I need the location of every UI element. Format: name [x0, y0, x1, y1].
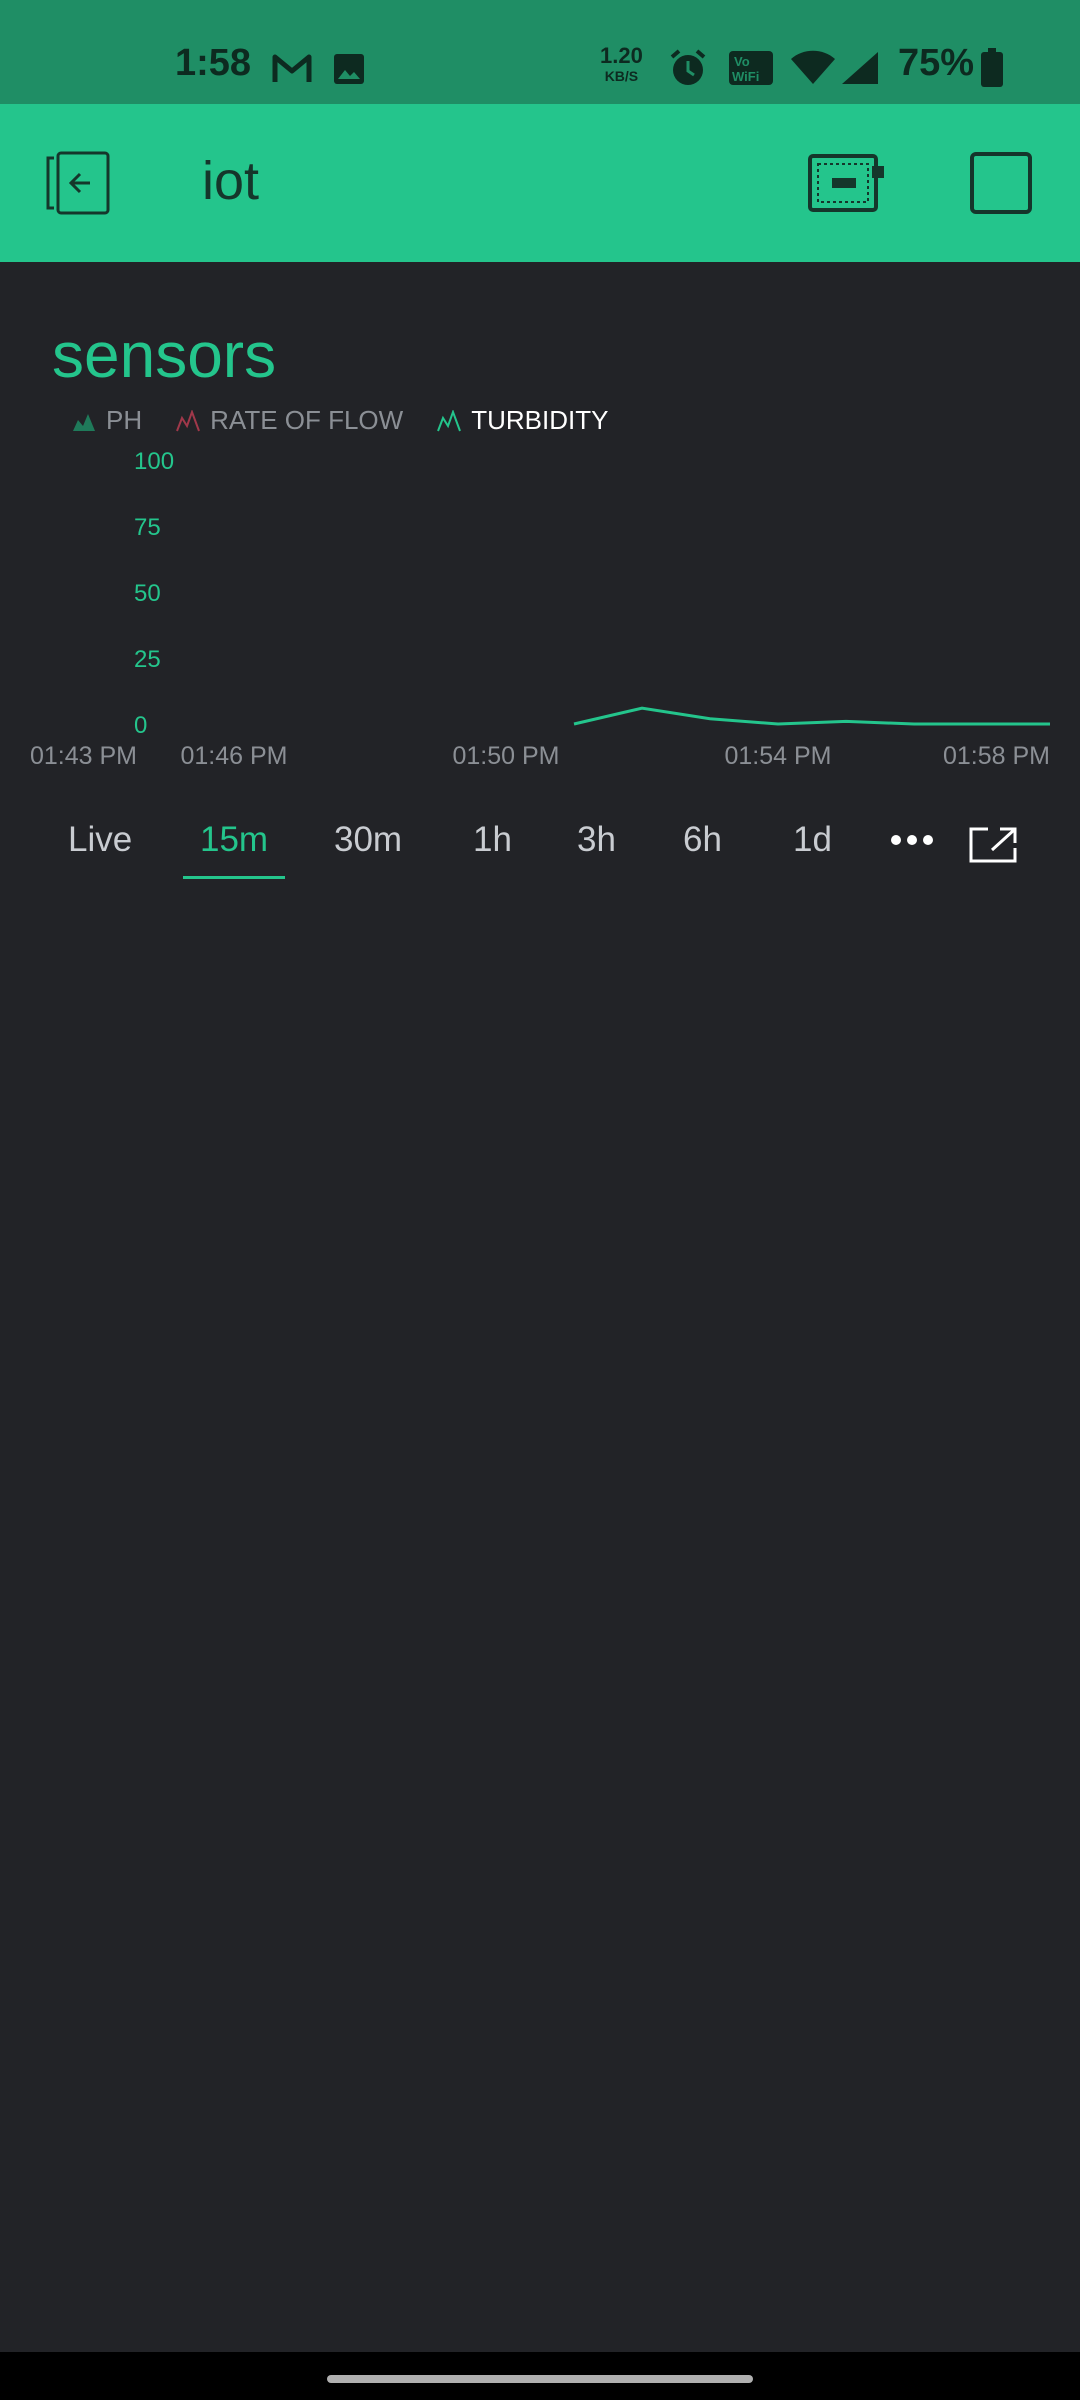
x-tick-label: 01:54 PM [724, 742, 831, 770]
y-tick-label: 0 [134, 712, 147, 739]
svg-text:WiFi: WiFi [732, 69, 759, 84]
line-chart-icon [176, 409, 201, 431]
speed-value: 1.20 [600, 43, 643, 68]
line-chart-icon [437, 409, 462, 431]
x-tick-label: 01:43 PM [30, 742, 137, 770]
signal-icon [842, 52, 878, 84]
y-tick-label: 100 [134, 448, 174, 475]
vowifi-icon: Vo WiFi [729, 51, 773, 85]
alarm-icon [670, 49, 706, 85]
battery-icon [981, 48, 1003, 87]
time-range-tabs: Live 15m 30m 1h 3h 6h 1d [0, 800, 1080, 880]
status-bar: 1:58 1.20 KB/S Vo WiFi 75% [0, 0, 1080, 104]
more-icon[interactable] [890, 834, 934, 846]
x-tick-label: 01:58 PM [943, 742, 1050, 770]
home-handle[interactable] [327, 2375, 753, 2383]
network-speed: 1.20 KB/S [600, 43, 643, 86]
tab-15m[interactable]: 15m [200, 820, 268, 860]
app-bar: iot [0, 104, 1080, 262]
gallery-icon [334, 54, 364, 84]
status-time: 1:58 [175, 42, 252, 84]
speed-unit: KB/S [604, 68, 639, 84]
svg-text:Vo: Vo [734, 54, 750, 69]
sensor-chart: 100 75 50 25 0 01:43 PM 01:46 PM 01:50 PM 01:54 … [30, 448, 1050, 770]
battery-percentage: 75% [898, 42, 975, 84]
exit-icon[interactable] [44, 150, 112, 216]
y-tick-label: 25 [134, 646, 161, 673]
x-tick-label: 01:50 PM [452, 742, 559, 770]
y-tick-label: 75 [134, 514, 161, 541]
page-title: iot [202, 151, 260, 211]
x-tick-label: 01:46 PM [180, 742, 287, 770]
tab-3h[interactable]: 3h [577, 820, 616, 860]
wifi-icon [791, 50, 835, 84]
tab-1d[interactable]: 1d [793, 820, 832, 860]
widget-title: sensors [52, 319, 277, 391]
system-nav-bar [0, 2352, 1080, 2400]
tab-30m[interactable]: 30m [334, 820, 402, 860]
series-line-turbidity [573, 706, 1050, 726]
tab-live[interactable]: Live [68, 820, 132, 860]
active-tab-indicator [183, 876, 285, 879]
expand-icon[interactable] [968, 826, 1018, 864]
gmail-icon [272, 54, 312, 82]
y-tick-label: 50 [134, 580, 161, 607]
area-chart-icon [73, 413, 95, 431]
device-icon[interactable] [808, 152, 888, 214]
tab-1h[interactable]: 1h [473, 820, 512, 860]
stop-icon[interactable] [970, 152, 1032, 214]
tab-6h[interactable]: 6h [683, 820, 722, 860]
